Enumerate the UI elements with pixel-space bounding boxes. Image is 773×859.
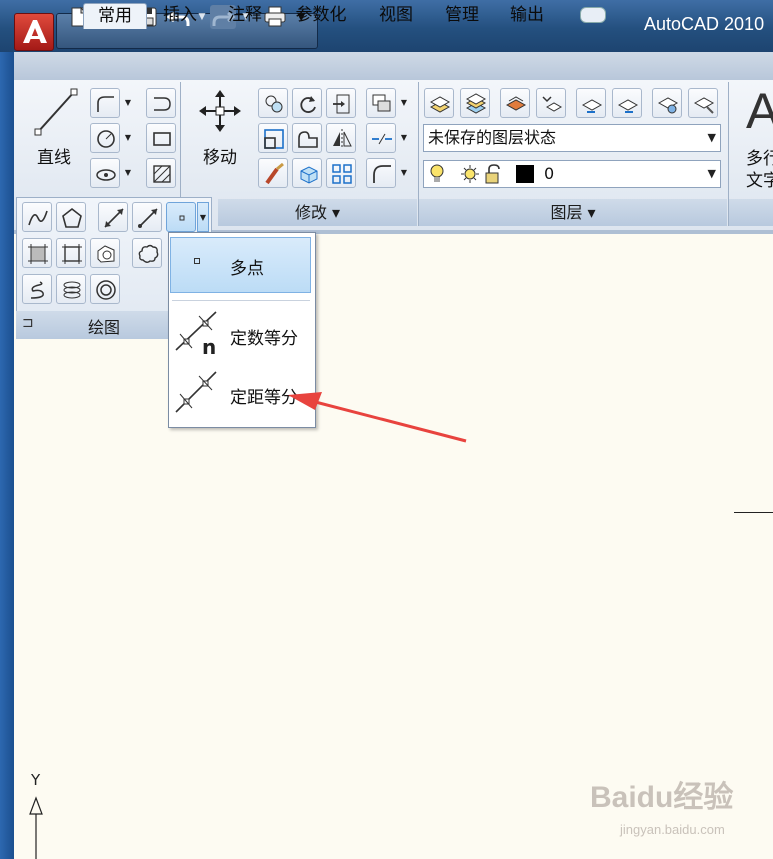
baidu-watermark: Baidu经验	[590, 781, 734, 814]
red-annotation-arrow	[288, 392, 467, 443]
baidu-watermark-url: jingyan.baidu.com	[620, 822, 725, 837]
ucs-y-label: Y	[31, 771, 41, 789]
ucs-axis-icon	[29, 796, 43, 859]
